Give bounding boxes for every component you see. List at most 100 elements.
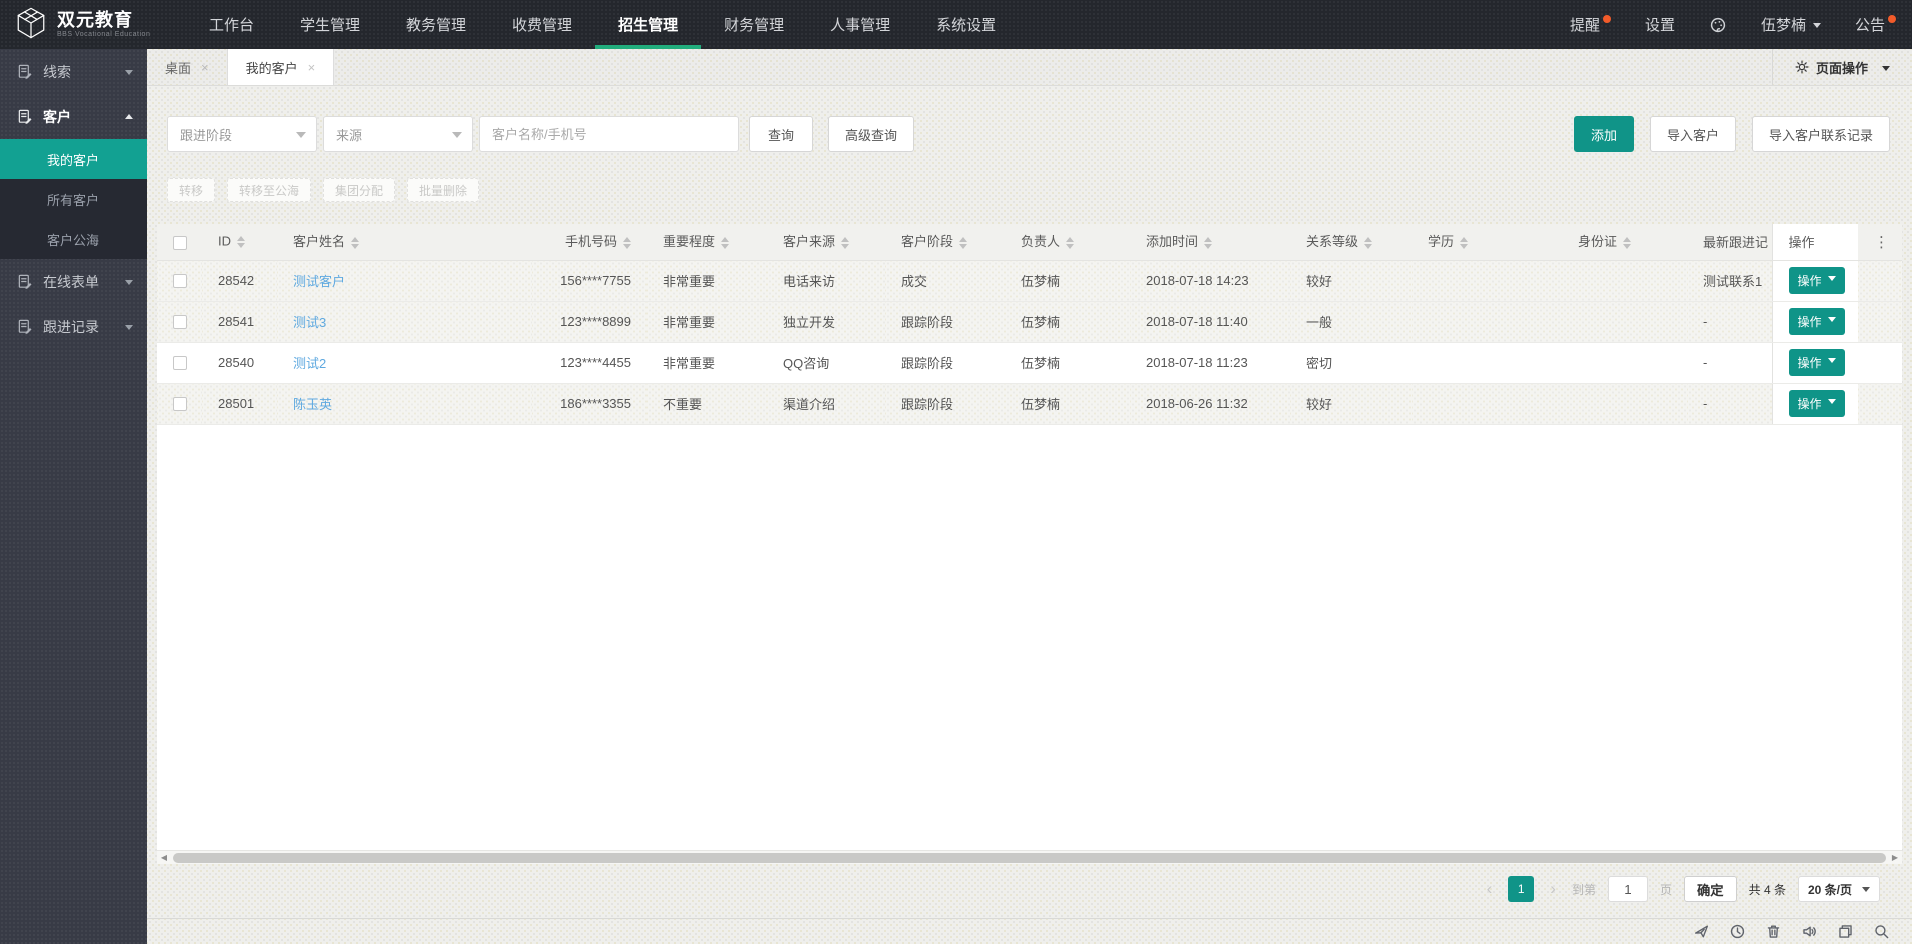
- import-customers-button[interactable]: 导入客户: [1650, 116, 1736, 152]
- transfer-button[interactable]: 转移: [167, 178, 215, 202]
- row-checkbox[interactable]: [173, 397, 187, 411]
- chevron-down-icon: [1828, 399, 1836, 408]
- user-name: 伍梦楠: [1761, 14, 1806, 35]
- main-menu: 工作台 学生管理 教务管理 收费管理 招生管理 财务管理 人事管理 系统设置: [186, 0, 1019, 49]
- row-action-button[interactable]: 操作: [1789, 308, 1845, 335]
- batch-delete-button[interactable]: 批量删除: [407, 178, 479, 202]
- nav-item-fees[interactable]: 收费管理: [489, 0, 595, 49]
- trash-icon[interactable]: [1765, 923, 1782, 940]
- sidebar-item-all-customers[interactable]: 所有客户: [0, 179, 147, 219]
- row-action-button[interactable]: 操作: [1789, 349, 1845, 376]
- nav-item-hr[interactable]: 人事管理: [807, 0, 913, 49]
- scroll-right-icon[interactable]: ▶: [1888, 851, 1902, 865]
- theme-palette-icon[interactable]: [1709, 16, 1727, 34]
- sidebar-item-online-forms[interactable]: 在线表单: [0, 259, 147, 304]
- chevron-down-icon: [1828, 317, 1836, 326]
- customers-submenu: 我的客户 所有客户 客户公海: [0, 139, 147, 259]
- page-unit-label: 页: [1660, 881, 1672, 898]
- chevron-down-icon: [1862, 887, 1870, 896]
- chevron-down-icon: [1882, 66, 1890, 75]
- gear-icon: [1795, 60, 1809, 74]
- sort-icon[interactable]: [959, 233, 967, 253]
- advanced-search-button[interactable]: 高级查询: [828, 116, 914, 152]
- app-logo: 双元教育 BBS Vocational Education: [0, 0, 186, 49]
- import-contact-records-button[interactable]: 导入客户联系记录: [1752, 116, 1890, 152]
- row-checkbox[interactable]: [173, 315, 187, 329]
- tab-my-customers[interactable]: 我的客户 ×: [227, 49, 335, 85]
- followup-stage-select[interactable]: 跟进阶段: [167, 116, 317, 152]
- sidebar-item-leads[interactable]: 线索: [0, 49, 147, 94]
- sort-icon[interactable]: [237, 232, 245, 252]
- logo-title: 双元教育: [57, 11, 150, 29]
- rocket-icon[interactable]: [1693, 923, 1710, 940]
- user-menu[interactable]: 伍梦楠: [1761, 14, 1821, 35]
- row-checkbox[interactable]: [173, 274, 187, 288]
- transfer-to-pool-button[interactable]: 转移至公海: [227, 178, 311, 202]
- row-action-button[interactable]: 操作: [1789, 267, 1845, 294]
- nav-item-settings[interactable]: 系统设置: [913, 0, 1019, 49]
- search-button[interactable]: 查询: [749, 116, 813, 152]
- close-icon[interactable]: ×: [201, 60, 209, 75]
- nav-item-academic[interactable]: 教务管理: [383, 0, 489, 49]
- row-action-button[interactable]: 操作: [1789, 390, 1845, 417]
- sort-icon[interactable]: [623, 233, 631, 253]
- window-icon[interactable]: [1837, 923, 1854, 940]
- sidebar-item-my-customers[interactable]: 我的客户: [0, 139, 147, 179]
- scrollbar-thumb[interactable]: [173, 853, 1886, 863]
- customer-name-link[interactable]: 测试2: [293, 356, 326, 371]
- sort-icon[interactable]: [1066, 233, 1074, 253]
- goto-label: 到第: [1572, 881, 1596, 898]
- sidebar-item-followup-records[interactable]: 跟进记录: [0, 304, 147, 349]
- next-page-button[interactable]: ›: [1546, 879, 1560, 899]
- search-icon[interactable]: [1873, 923, 1890, 940]
- horizontal-scrollbar[interactable]: ◀ ▶: [157, 850, 1902, 864]
- tab-desktop[interactable]: 桌面 ×: [147, 49, 227, 85]
- nav-item-admissions[interactable]: 招生管理: [595, 0, 701, 49]
- customer-name-link[interactable]: 陈玉英: [293, 397, 332, 412]
- pagination-bar: ‹ 1 › 到第 页 确定 共 4 条 20 条/页: [147, 864, 1912, 902]
- tab-strip: 桌面 × 我的客户 × 页面操作: [147, 49, 1912, 86]
- confirm-page-button[interactable]: 确定: [1684, 876, 1737, 902]
- column-settings-icon[interactable]: ⋮: [1874, 234, 1889, 251]
- sidebar-item-customers[interactable]: 客户: [0, 94, 147, 139]
- history-icon[interactable]: [1729, 923, 1746, 940]
- nav-item-finance[interactable]: 财务管理: [701, 0, 807, 49]
- page-size-select[interactable]: 20 条/页: [1798, 876, 1880, 902]
- group-assign-button[interactable]: 集团分配: [323, 178, 395, 202]
- sort-icon[interactable]: [1364, 233, 1372, 253]
- sort-icon[interactable]: [351, 233, 359, 253]
- settings-link[interactable]: 设置: [1645, 14, 1675, 35]
- sort-icon[interactable]: [1204, 233, 1212, 253]
- notice-link[interactable]: 公告: [1855, 14, 1896, 35]
- sidebar: 线索 客户 我的客户 所有客户 客户公海 在线表单: [0, 49, 147, 944]
- add-button[interactable]: 添加: [1574, 116, 1634, 152]
- close-icon[interactable]: ×: [308, 60, 316, 75]
- bulk-action-bar: 转移 转移至公海 集团分配 批量删除: [147, 152, 1912, 202]
- sort-icon[interactable]: [721, 233, 729, 253]
- sort-icon[interactable]: [1460, 233, 1468, 253]
- reminder-link[interactable]: 提醒: [1570, 14, 1611, 35]
- customer-name-link[interactable]: 测试3: [293, 315, 326, 330]
- notice-notification-dot: [1888, 15, 1896, 23]
- sidebar-item-customer-pool[interactable]: 客户公海: [0, 219, 147, 259]
- volume-icon[interactable]: [1801, 923, 1818, 940]
- row-checkbox[interactable]: [173, 356, 187, 370]
- nav-item-workbench[interactable]: 工作台: [186, 0, 277, 49]
- current-page-button[interactable]: 1: [1508, 876, 1534, 902]
- keyword-search-input[interactable]: [479, 116, 739, 152]
- sort-icon[interactable]: [1623, 233, 1631, 253]
- filter-bar: 跟进阶段 来源 查询 高级查询 添加 导入客户 导入客户联系记录: [147, 86, 1912, 152]
- page-actions-menu[interactable]: 页面操作: [1772, 49, 1912, 85]
- navbar-right: 提醒 设置 伍梦楠 公告: [1570, 0, 1912, 49]
- scroll-left-icon[interactable]: ◀: [157, 851, 171, 865]
- top-navbar: 双元教育 BBS Vocational Education 工作台 学生管理 教…: [0, 0, 1912, 49]
- chevron-down-icon: [125, 70, 133, 79]
- select-all-checkbox[interactable]: [173, 236, 187, 250]
- toolbar-right: 添加 导入客户 导入客户联系记录: [1574, 116, 1890, 152]
- nav-item-students[interactable]: 学生管理: [277, 0, 383, 49]
- source-select[interactable]: 来源: [323, 116, 473, 152]
- sort-icon[interactable]: [841, 233, 849, 253]
- goto-page-input[interactable]: [1608, 876, 1648, 902]
- prev-page-button[interactable]: ‹: [1483, 879, 1497, 899]
- customer-name-link[interactable]: 测试客户: [293, 274, 345, 289]
